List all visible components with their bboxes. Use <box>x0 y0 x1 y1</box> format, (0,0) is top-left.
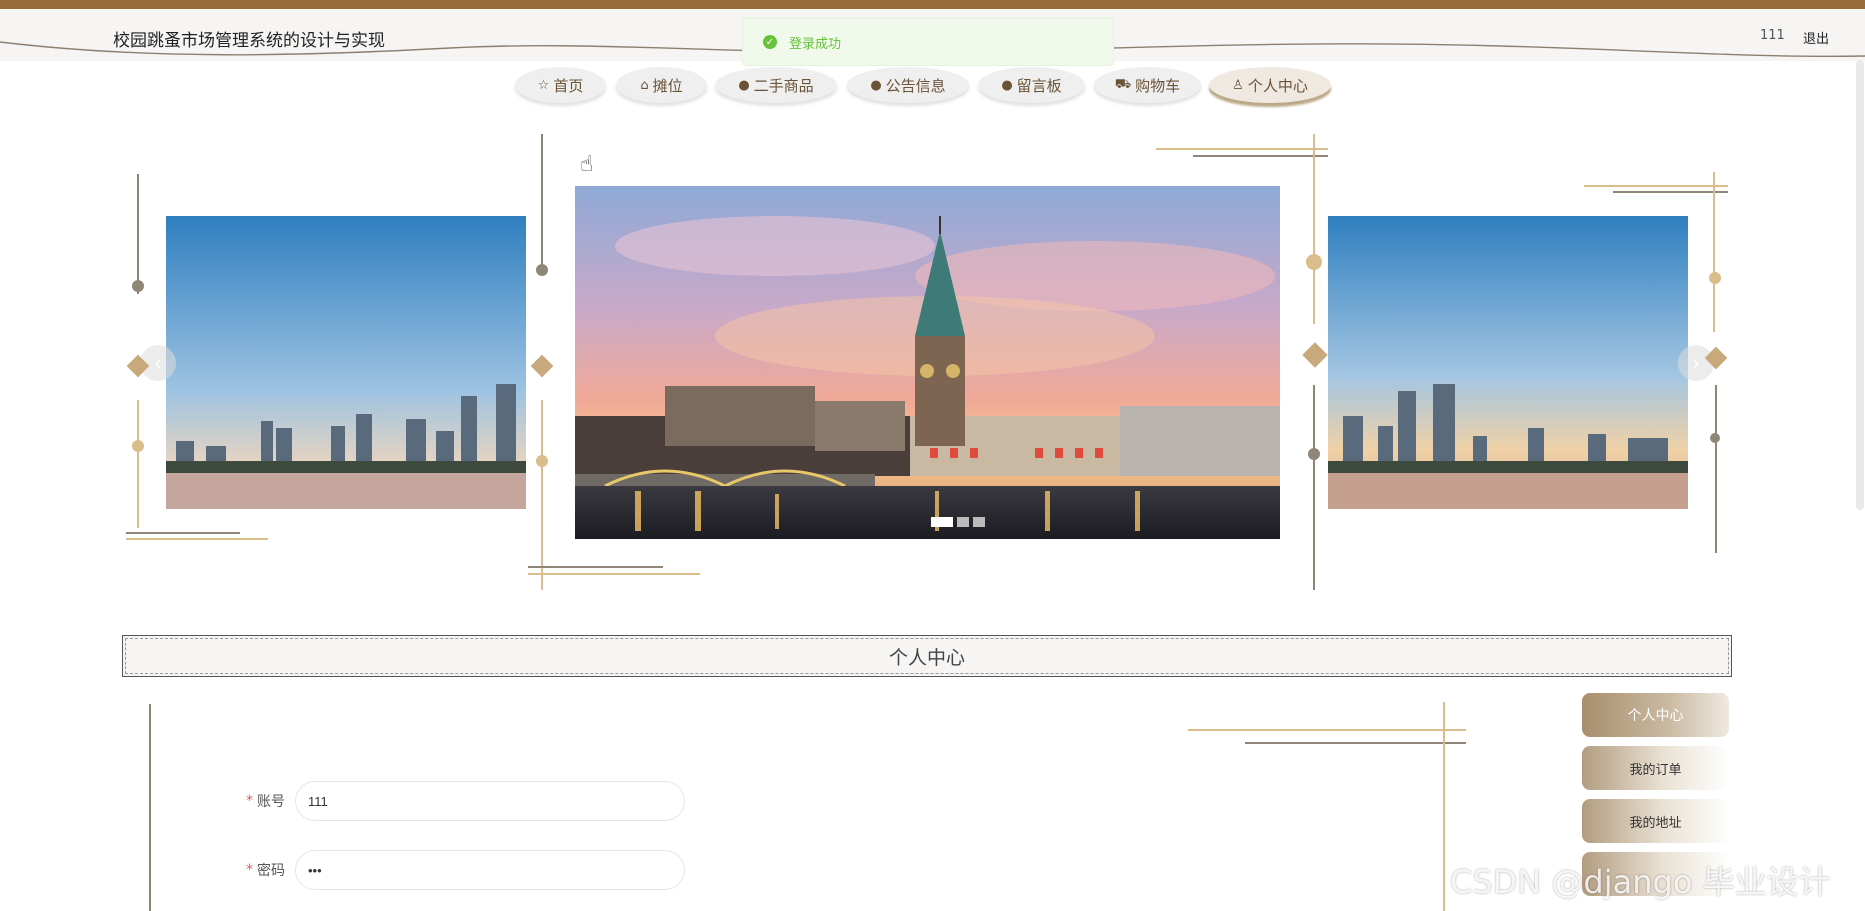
decor-line <box>149 704 151 911</box>
decor-dot <box>132 440 144 452</box>
decor-line <box>528 573 700 575</box>
nav-item-message-board[interactable]: ● 留言板 <box>978 67 1085 103</box>
decor-line <box>137 174 139 294</box>
page-scrollbar[interactable] <box>1856 60 1864 510</box>
decor-line <box>1584 185 1728 187</box>
decor-line <box>1313 385 1315 590</box>
decor-line <box>528 566 663 568</box>
password-input[interactable] <box>295 850 685 890</box>
account-label: 账号 <box>257 794 285 810</box>
decor-dot <box>132 280 144 292</box>
decor-line <box>1156 148 1328 150</box>
nav-item-label: 公告信息 <box>885 76 946 95</box>
nav-item-second-hand-goods[interactable]: ● 二手商品 <box>715 67 837 103</box>
image-carousel: ‹ › <box>0 130 1865 600</box>
side-menu-my-orders[interactable]: 我的订单 <box>1582 746 1729 790</box>
decor-dot <box>536 455 548 467</box>
decor-line <box>1313 134 1315 324</box>
nav-item-home[interactable]: ☆ 首页 <box>515 67 606 103</box>
success-toast: ✓ 登录成功 <box>742 18 1114 66</box>
required-marker: * <box>246 793 253 809</box>
bag-icon: ⌂ <box>640 77 649 93</box>
decor-line <box>126 538 268 540</box>
carousel-indicator[interactable] <box>957 517 969 527</box>
info-circle-icon: ● <box>1001 77 1013 93</box>
account-row: * 账号 <box>246 781 685 821</box>
carousel-slide-prev[interactable] <box>166 216 526 509</box>
required-marker: * <box>246 862 253 878</box>
question-circle-icon: ● <box>870 77 882 93</box>
carousel-indicator[interactable] <box>973 517 985 527</box>
decor-line <box>1713 172 1715 332</box>
nav-item-label: 购物车 <box>1135 76 1181 95</box>
decor-line <box>137 400 139 528</box>
site-title: 校园跳蚤市场管理系统的设计与实现 <box>113 31 385 51</box>
decor-diamond <box>530 354 554 378</box>
decor-line <box>1245 742 1466 744</box>
decor-line <box>541 134 543 274</box>
nav-item-label: 个人中心 <box>1247 76 1308 95</box>
password-label: 密码 <box>257 863 285 879</box>
decor-diamond <box>1302 342 1328 368</box>
cart-icon: ⛟ <box>1114 76 1132 92</box>
info-circle-icon: ● <box>738 77 750 93</box>
decor-line <box>1193 155 1328 157</box>
nav-item-label: 首页 <box>553 76 584 95</box>
carousel-slide-next[interactable] <box>1328 216 1688 509</box>
carousel-next-button[interactable]: › <box>1678 345 1714 381</box>
carousel-indicators <box>931 517 985 527</box>
nav-item-label: 留言板 <box>1016 76 1062 95</box>
section-title: 个人中心 <box>122 635 1732 677</box>
decor-line <box>1715 385 1717 553</box>
watermark: CSDN @django 毕业设计 <box>1450 863 1831 901</box>
toast-message: 登录成功 <box>789 36 842 52</box>
decor-dot <box>1710 433 1720 443</box>
success-check-icon: ✓ <box>763 35 777 49</box>
decor-dot <box>536 264 548 276</box>
decor-line <box>126 532 240 534</box>
nav-item-stalls[interactable]: ⌂ 摊位 <box>616 67 707 103</box>
decor-line <box>1613 191 1728 193</box>
nav-item-label: 二手商品 <box>753 76 814 95</box>
logout-button[interactable]: 退出 <box>1803 28 1829 47</box>
decor-line <box>541 400 543 590</box>
decor-dot <box>1709 272 1721 284</box>
carousel-slide-active[interactable] <box>575 186 1280 539</box>
top-accent-stripe <box>0 0 1865 9</box>
nav-item-label: 摊位 <box>652 76 683 95</box>
account-input[interactable] <box>295 781 685 821</box>
username-label[interactable]: 111 <box>1760 28 1785 43</box>
password-row: * 密码 <box>246 850 685 890</box>
star-icon: ☆ <box>537 77 550 93</box>
side-menu-my-address[interactable]: 我的地址 <box>1582 799 1729 843</box>
side-menu-personal-center[interactable]: 个人中心 <box>1582 693 1729 737</box>
decor-line <box>1443 702 1445 911</box>
decor-dot <box>1308 448 1320 460</box>
decor-dot <box>1306 254 1322 270</box>
nav-item-announcements[interactable]: ● 公告信息 <box>847 67 969 103</box>
decor-line <box>1188 729 1466 731</box>
nav-item-personal-center[interactable]: ♙ 个人中心 <box>1209 67 1331 103</box>
nav-item-cart[interactable]: ⛟ 购物车 <box>1094 67 1201 103</box>
carousel-indicator[interactable] <box>931 517 953 527</box>
user-icon: ♙ <box>1232 77 1244 93</box>
